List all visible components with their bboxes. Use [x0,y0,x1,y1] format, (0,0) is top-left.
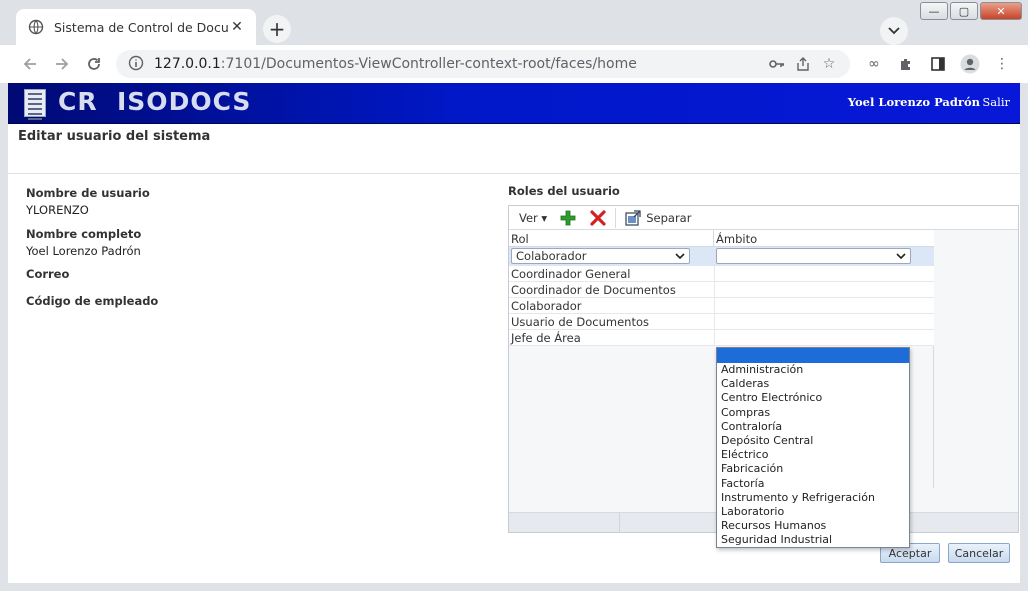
delete-icon[interactable] [589,209,607,227]
reload-icon[interactable] [82,52,106,76]
app-page: CR ISODOCS Yoel Lorenzo Padrón Salir Edi… [8,83,1020,583]
window-bottom-edge [0,583,1028,591]
close-window-button[interactable]: ✕ [980,2,1022,20]
tab-search-chevron-icon[interactable] [880,17,908,45]
ambito-option[interactable]: Depósito Central [717,434,909,448]
column-header-ambito[interactable]: Ámbito [714,230,934,247]
table-row[interactable]: Usuario de Documentos [509,314,934,330]
table-row[interactable]: Colaborador [509,298,934,314]
extension-link-icon[interactable]: ∞ [858,54,890,74]
back-arrow-icon[interactable] [18,52,42,76]
ambito-cell [714,314,934,329]
footer-divider [619,513,620,533]
window-controls: — ▢ ✕ [918,2,1022,20]
ambito-option[interactable]: Compras [717,406,909,420]
rol-cell: Colaborador [511,299,582,313]
table-row[interactable]: Jefe de Área [509,330,934,346]
ambito-cell [714,282,934,297]
more-menu-icon[interactable]: ⋮ [986,54,1018,74]
email-label: Correo [26,267,70,281]
ambito-option[interactable]: Fabricación [717,462,909,476]
ambito-option[interactable]: Administración [717,363,909,377]
browser-toolbar: 127.0.0.1:7101/Documentos-ViewController… [0,45,1028,83]
roles-title: Roles del usuario [508,184,620,198]
detach-button[interactable]: Separar [646,211,691,225]
ambito-option[interactable]: Instrumento y Refrigeración [717,491,909,505]
site-info-icon[interactable] [128,55,144,74]
username-field: Nombre de usuario YLORENZO [26,186,150,217]
address-bar[interactable]: 127.0.0.1:7101/Documentos-ViewController… [116,50,850,78]
fullname-label: Nombre completo [26,227,142,241]
divider [8,173,1020,174]
brand-title: CR ISODOCS [58,87,252,116]
ambito-option[interactable]: Seguridad Industrial [717,533,909,547]
edit-row: Colaborador [509,247,934,266]
side-panel-icon[interactable] [922,54,954,74]
minimize-button[interactable]: — [920,2,948,20]
ambito-option[interactable]: Centro Electrónico [717,391,909,405]
ambito-option[interactable]: Factoría [717,477,909,491]
app-header: CR ISODOCS Yoel Lorenzo Padrón Salir [8,83,1020,124]
rol-cell: Usuario de Documentos [511,315,649,329]
add-icon[interactable] [559,209,577,227]
ambito-option[interactable]: Calderas [717,377,909,391]
column-header-rol[interactable]: Rol [509,230,714,247]
document-logo-icon [24,89,46,120]
view-menu[interactable]: Ver ▾ [519,211,547,225]
maximize-button[interactable]: ▢ [950,2,978,20]
toolbar-divider [615,207,617,228]
globe-icon [28,19,44,35]
table-row[interactable]: Coordinador General [509,266,934,282]
puzzle-extensions-icon[interactable] [890,54,922,74]
ambito-option[interactable]: Eléctrico [717,448,909,462]
rol-cell: Coordinador General [511,267,631,281]
close-tab-icon[interactable]: ✕ [228,19,246,35]
profile-avatar-icon[interactable] [954,54,986,74]
ambito-option[interactable]: Laboratorio [717,505,909,519]
ambito-cell [714,298,934,313]
current-user: Yoel Lorenzo Padrón [847,95,980,109]
username-value: YLORENZO [26,203,89,217]
ambito-select[interactable] [716,248,911,264]
logout-link[interactable]: Salir [982,95,1010,109]
ambito-cell [714,266,934,281]
roles-toolbar: Ver ▾ Separar [509,206,1018,230]
ambito-option[interactable]: Contraloría [717,420,909,434]
rol-cell: Coordinador de Documentos [511,283,676,297]
key-icon[interactable] [764,54,790,74]
forward-arrow-icon[interactable] [50,52,74,76]
table-row[interactable]: Coordinador de Documentos [509,282,934,298]
share-icon[interactable] [790,54,816,74]
rol-cell: Jefe de Área [511,331,581,345]
page-title: Editar usuario del sistema [18,129,211,144]
employee-code-field: Código de empleado [26,294,158,308]
browser-tab[interactable]: Sistema de Control de Document ✕ [16,9,256,45]
ambito-option[interactable]: Recursos Humanos [717,519,909,533]
new-tab-button[interactable]: + [263,15,291,43]
fullname-field: Nombre completo Yoel Lorenzo Padrón [26,227,141,258]
browser-tabstrip: Sistema de Control de Document ✕ + — ▢ ✕ [0,0,1028,45]
employee-code-label: Código de empleado [26,294,159,308]
fullname-value: Yoel Lorenzo Padrón [26,244,141,258]
rol-select[interactable]: Colaborador [511,248,690,264]
url-text: 127.0.0.1:7101/Documentos-ViewController… [154,56,637,72]
username-label: Nombre de usuario [26,186,150,200]
ambito-option-empty[interactable] [717,348,909,363]
bookmark-star-icon[interactable]: ☆ [816,54,842,74]
tab-title: Sistema de Control de Document [54,19,228,35]
ambito-cell [714,330,934,345]
email-field: Correo [26,267,69,281]
detach-icon[interactable] [624,209,642,227]
ambito-dropdown-list[interactable]: Administración Calderas Centro Electróni… [716,347,910,548]
cancel-button[interactable]: Cancelar [948,543,1010,563]
